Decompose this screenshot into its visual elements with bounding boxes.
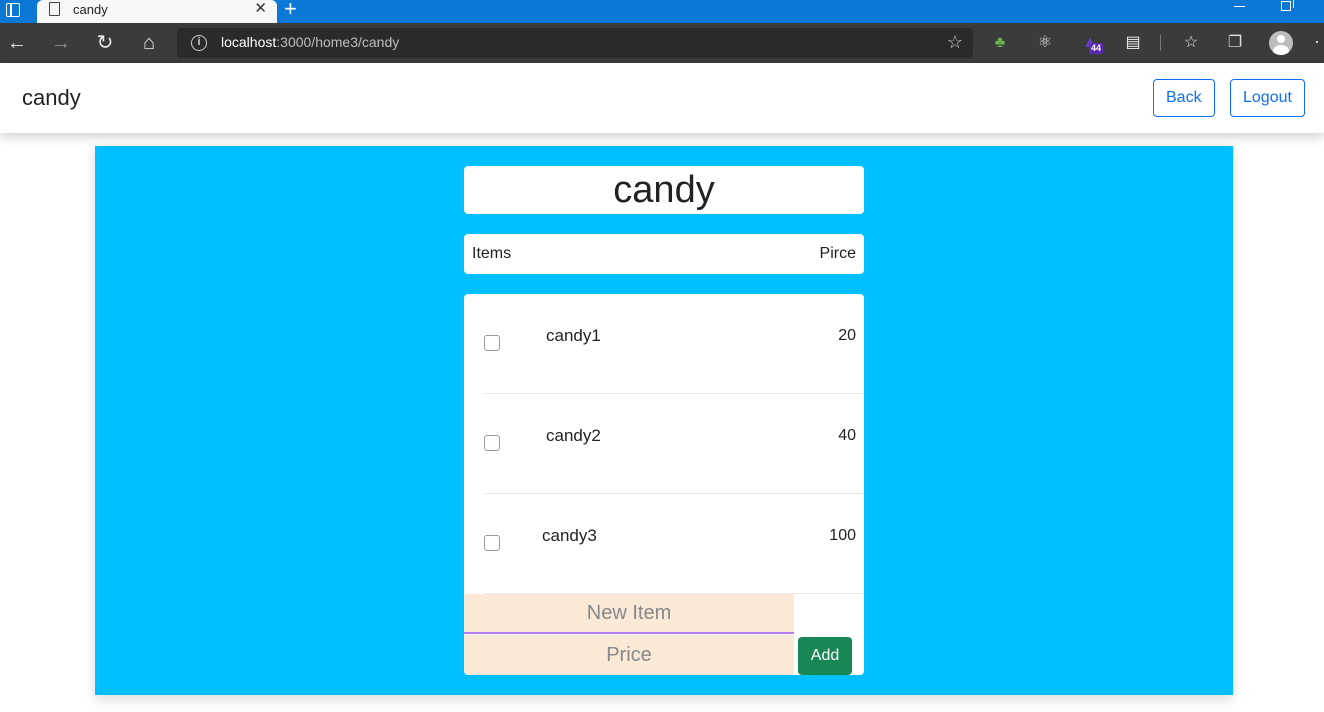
- main-panel: candy Items Pirce candy1 20 candy2 40 ca…: [95, 146, 1233, 695]
- favorites-icon[interactable]: ☆: [1180, 32, 1202, 54]
- item-name: candy2: [546, 426, 601, 445]
- collections-icon[interactable]: ❐: [1224, 32, 1246, 54]
- add-button[interactable]: Add: [798, 637, 852, 675]
- extension-icon[interactable]: ▲44: [1079, 32, 1104, 54]
- forward-arrow-icon[interactable]: →: [47, 29, 75, 57]
- back-button[interactable]: Back: [1153, 79, 1215, 117]
- price-input[interactable]: [464, 635, 794, 675]
- item-name: candy1: [546, 326, 601, 345]
- site-info-icon[interactable]: i: [191, 35, 207, 51]
- page-title: candy: [464, 166, 864, 214]
- tab-title: candy: [73, 2, 108, 17]
- item-price: 40: [838, 427, 856, 444]
- profile-avatar-icon[interactable]: [1269, 31, 1293, 55]
- sidebar-toggle-icon[interactable]: [6, 3, 20, 17]
- item-checkbox[interactable]: [484, 435, 500, 451]
- list-item: candy2 40: [464, 394, 864, 494]
- tree-extension-icon[interactable]: ♣: [989, 32, 1011, 54]
- item-name: candy3: [542, 526, 597, 545]
- react-extension-icon[interactable]: ⚛: [1034, 32, 1056, 54]
- add-favorite-icon[interactable]: ☆: [947, 32, 963, 53]
- address-bar[interactable]: i localhost:3000/home3/candy ☆: [177, 28, 973, 58]
- url-text[interactable]: localhost:3000/home3/candy: [221, 34, 399, 50]
- list-header: Items Pirce: [464, 234, 864, 274]
- new-item-input[interactable]: [464, 594, 794, 634]
- items-column-label: Items: [472, 245, 512, 262]
- item-list: candy1 20 candy2 40 candy3 100 Add: [464, 294, 864, 675]
- extension-badge: 44: [1089, 43, 1104, 54]
- item-checkbox[interactable]: [484, 335, 500, 351]
- browser-tab[interactable]: candy ✕: [37, 0, 277, 23]
- page-icon: [49, 2, 60, 16]
- restore-window-icon[interactable]: [1281, 0, 1294, 11]
- calendar-extension-icon[interactable]: ▤: [1122, 32, 1144, 54]
- app-title: candy: [22, 85, 81, 110]
- close-tab-icon[interactable]: ✕: [254, 0, 267, 18]
- item-price: 20: [838, 327, 856, 344]
- back-arrow-icon[interactable]: ←: [3, 29, 31, 57]
- toolbar-divider: [1160, 35, 1161, 51]
- list-item: candy3 100: [464, 494, 864, 594]
- browser-tab-bar: candy ✕ +: [0, 0, 1324, 23]
- list-item: candy1 20: [464, 294, 864, 394]
- price-column-label: Pirce: [819, 245, 856, 262]
- minimize-icon[interactable]: [1234, 6, 1245, 7]
- more-menu-icon[interactable]: ·: [1314, 31, 1320, 52]
- app-header: candy Back Logout: [0, 63, 1324, 133]
- new-tab-icon[interactable]: +: [284, 0, 297, 20]
- item-checkbox[interactable]: [484, 535, 500, 551]
- logout-button[interactable]: Logout: [1230, 79, 1305, 117]
- home-icon[interactable]: ⌂: [135, 29, 163, 57]
- item-price: 100: [829, 527, 856, 544]
- browser-toolbar: ← → ↻ ⌂ i localhost:3000/home3/candy ☆ ♣…: [0, 23, 1324, 63]
- refresh-icon[interactable]: ↻: [91, 29, 119, 57]
